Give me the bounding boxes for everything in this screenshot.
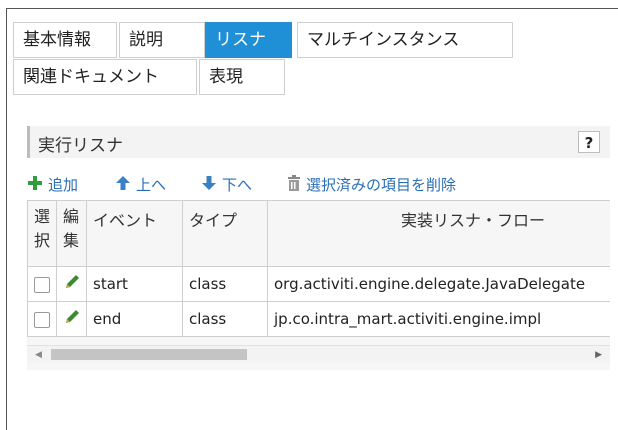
section-title: 実行リスナ xyxy=(38,136,123,156)
column-header-edit[interactable]: 編 集 xyxy=(56,200,87,267)
delete-selected-button[interactable]: 選択済みの項目を削除 xyxy=(287,174,456,195)
row-impl: org.activiti.engine.delegate.JavaDelegat… xyxy=(267,266,610,302)
tab-row-2: 関連ドキュメント 表現 xyxy=(13,59,613,96)
listener-table: 選 択 編 集 イベント タイプ 実装リスナ・フロー start class o… xyxy=(27,200,610,337)
row-select-cell xyxy=(27,301,57,337)
tab-basic-info[interactable]: 基本情報 xyxy=(13,22,117,58)
scroll-left-arrow-icon[interactable]: ◀ xyxy=(35,350,42,360)
move-up-button[interactable]: 上へ xyxy=(115,174,166,195)
horizontal-scrollbar[interactable]: ◀ ▶ xyxy=(27,345,610,363)
tab-listener[interactable]: リスナ xyxy=(205,22,292,58)
arrow-down-icon xyxy=(201,175,217,195)
scroll-thumb[interactable] xyxy=(51,349,247,360)
pencil-icon[interactable] xyxy=(63,310,81,330)
tab-multi-instance[interactable]: マルチインスタンス xyxy=(297,22,513,58)
plus-icon xyxy=(27,175,43,195)
edit-header-line2: 集 xyxy=(63,231,80,250)
tab-related-documents[interactable]: 関連ドキュメント xyxy=(13,59,197,95)
tab-row-1: 基本情報 説明 リスナ マルチインスタンス xyxy=(13,22,613,59)
row-checkbox[interactable] xyxy=(34,311,50,328)
delete-selected-label: 選択済みの項目を削除 xyxy=(306,176,457,194)
column-header-select[interactable]: 選 択 xyxy=(27,200,57,267)
row-select-cell xyxy=(27,266,57,302)
tab-expression[interactable]: 表現 xyxy=(199,59,285,95)
row-edit-cell xyxy=(56,266,87,302)
tab-bar: 基本情報 説明 リスナ マルチインスタンス 関連ドキュメント 表現 xyxy=(13,22,613,96)
column-header-type[interactable]: タイプ xyxy=(182,200,268,267)
move-down-button[interactable]: 下へ xyxy=(201,174,252,195)
row-edit-cell xyxy=(56,301,87,337)
tab-description[interactable]: 説明 xyxy=(119,22,205,58)
help-button[interactable]: ? xyxy=(578,131,600,153)
select-header-line2: 択 xyxy=(34,231,51,250)
row-event: end xyxy=(86,301,183,337)
table-row[interactable]: end class jp.co.intra_mart.activiti.engi… xyxy=(27,301,610,337)
column-header-event[interactable]: イベント xyxy=(86,200,183,267)
arrow-up-icon xyxy=(115,175,131,195)
row-impl: jp.co.intra_mart.activiti.engine.impl xyxy=(267,301,610,337)
add-button[interactable]: 追加 xyxy=(27,174,78,195)
section-header: 実行リスナ ? xyxy=(27,126,610,158)
row-checkbox[interactable] xyxy=(34,276,50,293)
select-header-line1: 選 xyxy=(34,207,51,226)
column-header-impl[interactable]: 実装リスナ・フロー xyxy=(267,200,610,267)
trash-icon xyxy=(287,174,301,195)
pencil-icon[interactable] xyxy=(63,275,81,295)
row-event: start xyxy=(86,266,183,302)
edit-header-line1: 編 xyxy=(63,207,80,226)
row-type: class xyxy=(182,301,268,337)
add-label: 追加 xyxy=(48,176,79,194)
move-down-label: 下へ xyxy=(222,176,253,194)
row-type: class xyxy=(182,266,268,302)
move-up-label: 上へ xyxy=(136,176,167,194)
scroll-right-arrow-icon[interactable]: ▶ xyxy=(595,350,602,360)
table-row[interactable]: start class org.activiti.engine.delegate… xyxy=(27,266,610,302)
